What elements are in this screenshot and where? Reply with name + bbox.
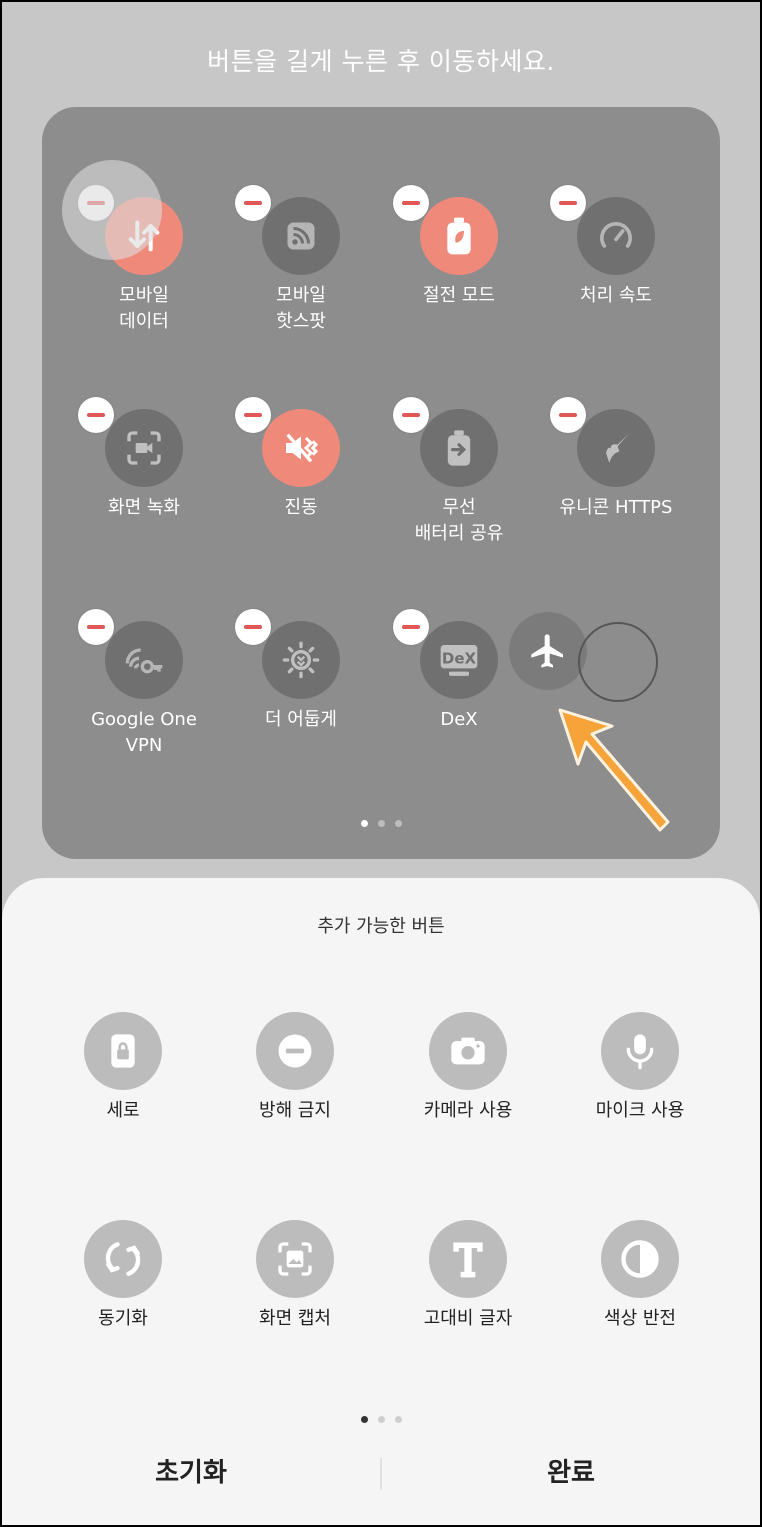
vpn-key-icon — [105, 621, 183, 699]
remove-button[interactable] — [235, 185, 271, 221]
speedometer-icon — [577, 197, 655, 275]
arrow-annotation-icon — [558, 708, 670, 832]
drag-touch-indicator — [62, 160, 162, 260]
remove-button[interactable] — [78, 609, 114, 645]
tile-label: 화면 캡처 — [259, 1308, 331, 1329]
active-page-indicator — [361, 820, 402, 827]
remove-button[interactable] — [550, 397, 586, 433]
tile-label: 더 어둡게 — [265, 709, 337, 730]
do-not-disturb-icon — [256, 1012, 334, 1090]
tile-label: 절전 모드 — [423, 285, 495, 306]
camera-icon — [429, 1012, 507, 1090]
svg-text:DeX: DeX — [442, 649, 477, 667]
remove-button[interactable] — [393, 185, 429, 221]
sheet-page-indicator — [361, 1416, 402, 1423]
screen-record-icon — [105, 409, 183, 487]
unicorn-icon — [577, 409, 655, 487]
tile-label: 모바일 데이터 — [119, 285, 169, 332]
tile-label: 모바일 핫스팟 — [276, 285, 326, 332]
tile-label: 세로 — [106, 1100, 140, 1121]
tile-label: 방해 금지 — [259, 1100, 331, 1121]
instruction-text: 버튼을 길게 누른 후 이동하세요. — [207, 47, 555, 76]
dex-icon: DeX — [420, 621, 498, 699]
remove-button[interactable] — [235, 397, 271, 433]
done-button[interactable]: 완료 — [382, 1452, 760, 1489]
remove-button[interactable] — [393, 397, 429, 433]
sync-icon — [84, 1220, 162, 1298]
power-saving-icon — [420, 197, 498, 275]
tile-label: 동기화 — [98, 1308, 148, 1329]
portrait-lock-icon — [84, 1012, 162, 1090]
tile-label: 무선 배터리 공유 — [414, 497, 504, 544]
remove-button[interactable] — [393, 609, 429, 645]
screen: 버튼을 길게 누른 후 이동하세요. 모바일 데이터 모바일 핫스팟 절전 모드 처리 속… — [2, 2, 760, 1525]
high-contrast-text-icon — [429, 1220, 507, 1298]
extra-dim-icon — [262, 621, 340, 699]
vibrate-icon — [262, 409, 340, 487]
color-inversion-icon — [601, 1220, 679, 1298]
hotspot-icon — [262, 197, 340, 275]
remove-button[interactable] — [78, 397, 114, 433]
airplane-icon[interactable] — [509, 612, 587, 690]
tile-label: 유니콘 HTTPS — [559, 497, 673, 518]
drop-target-outline — [578, 622, 658, 702]
remove-button[interactable] — [235, 609, 271, 645]
reset-button[interactable]: 초기화 — [2, 1452, 380, 1489]
sheet-title: 추가 가능한 버튼 — [317, 916, 445, 937]
tile-label: 고대비 글자 — [423, 1308, 513, 1329]
tile-label: 화면 녹화 — [108, 497, 180, 518]
tile-label: Google One VPN — [91, 709, 197, 756]
wireless-share-icon — [420, 409, 498, 487]
tile-label: 카메라 사용 — [423, 1100, 513, 1121]
tile-label: 처리 속도 — [580, 285, 652, 306]
tile-label: DeX — [440, 709, 478, 730]
remove-button[interactable] — [550, 185, 586, 221]
mic-icon — [601, 1012, 679, 1090]
tile-label: 마이크 사용 — [595, 1100, 685, 1121]
screenshot-icon — [256, 1220, 334, 1298]
tile-label: 진동 — [284, 497, 318, 518]
tile-label: 색상 반전 — [604, 1308, 676, 1329]
available-buttons-sheet: 추가 가능한 버튼 초기화 완료 세로 방해 금지 카메라 사용 마이크 사용동기화 화… — [2, 878, 760, 1525]
